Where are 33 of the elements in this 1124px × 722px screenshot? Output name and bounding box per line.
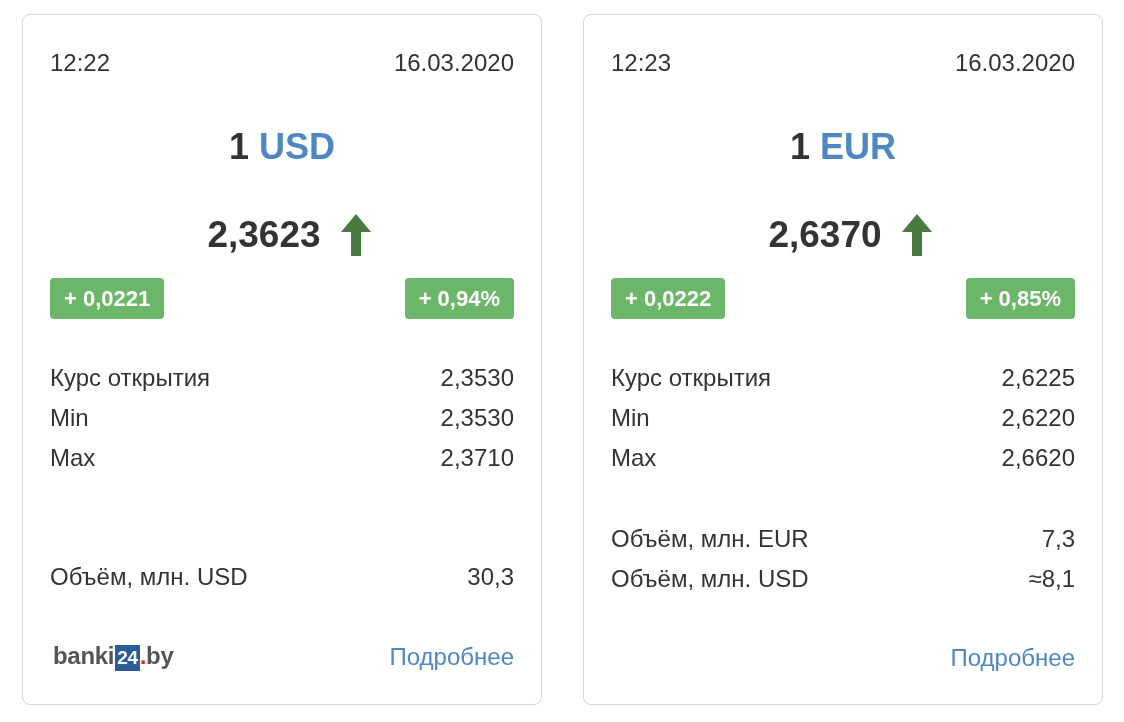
volume-label: Объём, млн. EUR xyxy=(611,524,809,554)
stat-value: 2,3530 xyxy=(440,363,514,393)
date-text: 16.03.2020 xyxy=(393,49,514,77)
stat-value: 2,6220 xyxy=(1001,403,1075,433)
stat-value: 2,3530 xyxy=(440,403,514,433)
stat-label: Min xyxy=(50,403,89,433)
volume-value: 30,3 xyxy=(467,562,514,592)
percent-change-badge: + 0,94% xyxy=(404,278,514,319)
stat-value: 2,3710 xyxy=(440,443,514,473)
volume-label: Объём, млн. USD xyxy=(611,564,809,594)
time-text: 12:23 xyxy=(611,49,672,77)
stat-label: Max xyxy=(50,443,96,473)
details-link[interactable]: Подробнее xyxy=(389,643,514,671)
currency-title: 1 USD xyxy=(228,126,335,168)
percent-change-badge: + 0,85% xyxy=(965,278,1075,319)
site-logo: banki 24.by xyxy=(53,642,174,672)
currency-title: 1 EUR xyxy=(789,126,896,168)
stat-label: Курс открытия xyxy=(50,363,211,393)
stat-value: 2,6225 xyxy=(1001,363,1075,393)
details-link[interactable]: Подробнее xyxy=(950,644,1075,672)
volume-label: Объём, млн. USD xyxy=(50,562,248,592)
change-badge: + 0,0221 xyxy=(50,278,165,319)
time-text: 12:22 xyxy=(50,49,111,77)
stat-value: 2,6620 xyxy=(1001,443,1075,473)
stat-label: Min xyxy=(611,403,650,433)
stat-label: Курс открытия xyxy=(611,363,772,393)
volume-value: ≈8,1 xyxy=(1028,564,1075,594)
volume-value: 7,3 xyxy=(1041,524,1075,554)
change-badge: + 0,0222 xyxy=(611,278,726,319)
stat-label: Max xyxy=(611,443,657,473)
exchange-rate: 2,3623 xyxy=(207,213,321,257)
exchange-rate: 2,6370 xyxy=(768,213,882,257)
date-text: 16.03.2020 xyxy=(954,49,1075,77)
